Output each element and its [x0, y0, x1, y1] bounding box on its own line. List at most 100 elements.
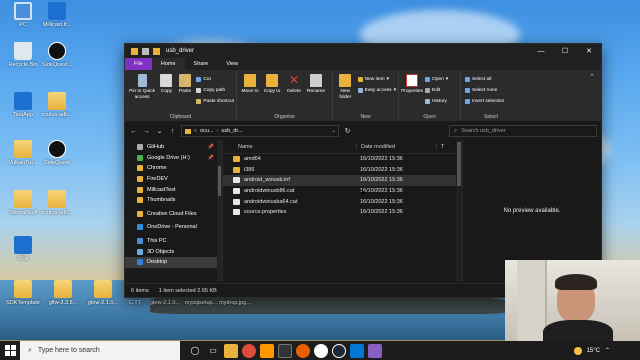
open-icon	[425, 76, 430, 82]
copy-to-icon	[266, 74, 278, 87]
open-group-label: Open	[423, 114, 436, 120]
file-row[interactable]: source.properties 16/10/2022 15:36	[223, 207, 462, 218]
weather-icon[interactable]	[573, 346, 582, 355]
properties-icon[interactable]	[142, 47, 149, 55]
column-header-type[interactable]: T	[436, 143, 444, 150]
start-button[interactable]	[0, 345, 20, 356]
copy-to-button[interactable]: Copy to	[262, 72, 282, 112]
nav-item[interactable]: Creative Cloud Files	[125, 209, 222, 220]
rename-button[interactable]: Rename	[306, 72, 326, 112]
refresh-button[interactable]: ↻	[343, 127, 352, 135]
rename-icon	[310, 74, 322, 87]
select-none-button[interactable]: Select none	[465, 85, 504, 95]
copy-path-button[interactable]: Copy path	[196, 85, 234, 95]
scrollbar-thumb[interactable]	[218, 166, 221, 196]
pin-quick-access-button[interactable]: Pin to Quick access	[128, 72, 156, 112]
new-folder-icon[interactable]	[153, 47, 160, 55]
folder-icon	[54, 280, 72, 298]
cut-button[interactable]: Cut	[196, 74, 234, 84]
copy-button[interactable]: Copy	[158, 72, 175, 112]
nav-item[interactable]: FireDEV	[125, 174, 222, 185]
sublime-icon[interactable]	[260, 343, 274, 358]
title-bar[interactable]: usb_driver — ☐ ✕	[125, 44, 601, 58]
maximize-button[interactable]: ☐	[553, 44, 577, 58]
column-header-name[interactable]: Name	[223, 144, 356, 150]
nav-item[interactable]: This PC	[125, 236, 222, 247]
file-row[interactable]: i386 16/10/2022 15:36	[223, 165, 462, 176]
breadcrumb-item[interactable]: usb_dr...	[221, 128, 242, 134]
file-row[interactable]: androidwinusb86.cat 16/10/2022 15:36	[223, 186, 462, 197]
tab-share[interactable]: Share	[185, 58, 218, 70]
file-list-pane[interactable]: Name Date modified T amd64 16/10/2022 15:…	[222, 140, 462, 282]
new-item-button[interactable]: New item ▾	[357, 74, 396, 84]
pin-icon[interactable]: 📌	[208, 144, 214, 150]
delete-button[interactable]: ✕ Delete	[284, 72, 304, 112]
search-input[interactable]: ⌕ Search usb_driver	[449, 125, 597, 137]
tab-view[interactable]: View	[217, 58, 247, 70]
close-button[interactable]: ✕	[577, 44, 601, 58]
nav-item[interactable]: Desktop	[125, 256, 222, 268]
paste-shortcut-icon	[196, 98, 202, 104]
file-row[interactable]: androidwinusba64.cat 16/10/2022 15:36	[223, 196, 462, 207]
properties-button[interactable]: Properties	[401, 72, 423, 112]
pin-icon	[137, 74, 147, 87]
move-to-button[interactable]: Move to	[240, 72, 260, 112]
desktop-icon[interactable]: oculus-adb...	[34, 190, 80, 216]
file-explorer-icon[interactable]	[224, 343, 238, 358]
pin-icon[interactable]: 📌	[208, 155, 214, 161]
recent-locations-button[interactable]: ⌄	[155, 127, 164, 135]
folder-icon	[233, 166, 240, 173]
open-button[interactable]: Open ▾	[425, 74, 448, 84]
taskbar-search[interactable]: ⌕ Type here to search	[20, 341, 180, 360]
desktop-icon[interactable]: oculus-adb...	[34, 92, 80, 118]
edit-button[interactable]: Edit	[425, 85, 448, 95]
tab-file[interactable]: File	[125, 58, 152, 70]
open-group: Properties Open ▾ Edit History Open	[399, 70, 461, 121]
up-button[interactable]: ↑	[168, 128, 177, 135]
column-header-date[interactable]: Date modified	[356, 143, 436, 150]
nav-item[interactable]: Thumbnails	[125, 195, 222, 206]
forward-button[interactable]: →	[142, 128, 151, 135]
desktop-icon[interactable]: SideQuest	[34, 140, 80, 166]
desktop-icon[interactable]: Millicast.fr...	[34, 2, 80, 28]
nav-item[interactable]: MillcastTest	[125, 184, 222, 195]
nav-item[interactable]: GitHub 📌	[125, 142, 222, 153]
new-folder-button[interactable]: New folder	[336, 72, 355, 112]
task-view-icon[interactable]: ▭	[206, 344, 220, 358]
minimize-button[interactable]: —	[529, 44, 553, 58]
breadcrumb-item[interactable]: ocu...	[200, 128, 213, 134]
file-row[interactable]: android_winusb.inf 16/10/2022 15:36	[223, 175, 462, 186]
navigation-pane[interactable]: GitHub 📌 Google Drive (H:) 📌 Chrome FireDEV Mi…	[125, 140, 222, 282]
app-icon	[14, 236, 32, 254]
visual-studio-icon[interactable]	[368, 343, 382, 358]
file-list-scrollbar[interactable]	[456, 140, 462, 282]
nav-item[interactable]: 3D Objects	[125, 246, 222, 257]
paste-shortcut-button[interactable]: Paste shortcut	[196, 96, 234, 106]
taskbar-apps: ◯ ▭	[188, 343, 382, 358]
tab-home[interactable]: Home	[151, 58, 185, 70]
nav-item[interactable]: OneDrive - Personal	[125, 222, 222, 233]
weather-temperature[interactable]: 15°C	[587, 348, 600, 354]
address-bar[interactable]: « ocu... › usb_dr... ⌄	[181, 125, 339, 137]
select-all-button[interactable]: Select all	[465, 74, 504, 84]
nav-item[interactable]: Chrome	[125, 163, 222, 174]
chevron-up-icon[interactable]: ⌃	[605, 347, 610, 354]
nav-item[interactable]: Google Drive (H:) 📌	[125, 153, 222, 164]
cortana-icon[interactable]: ◯	[188, 344, 202, 358]
steam-icon[interactable]	[332, 343, 346, 358]
paste-button[interactable]: Paste	[177, 72, 194, 112]
history-button[interactable]: History	[425, 96, 448, 106]
github-icon[interactable]	[314, 343, 328, 358]
ribbon-collapse-icon[interactable]: ⌃	[583, 70, 601, 121]
back-button[interactable]: ←	[129, 128, 138, 135]
desktop-icon[interactable]: SideQuest...	[34, 42, 80, 68]
vscode-icon[interactable]	[350, 343, 364, 358]
firefox-icon[interactable]	[296, 343, 310, 358]
scrollbar-thumb[interactable]	[457, 142, 461, 186]
desktop-icon[interactable]: KFis	[0, 236, 46, 262]
terminal-icon[interactable]	[278, 343, 292, 358]
file-row[interactable]: amd64 16/10/2022 15:36	[223, 154, 462, 165]
chrome-icon[interactable]	[242, 343, 256, 358]
invert-selection-button[interactable]: Invert selection	[465, 96, 504, 106]
easy-access-button[interactable]: Easy access ▾	[357, 85, 396, 95]
